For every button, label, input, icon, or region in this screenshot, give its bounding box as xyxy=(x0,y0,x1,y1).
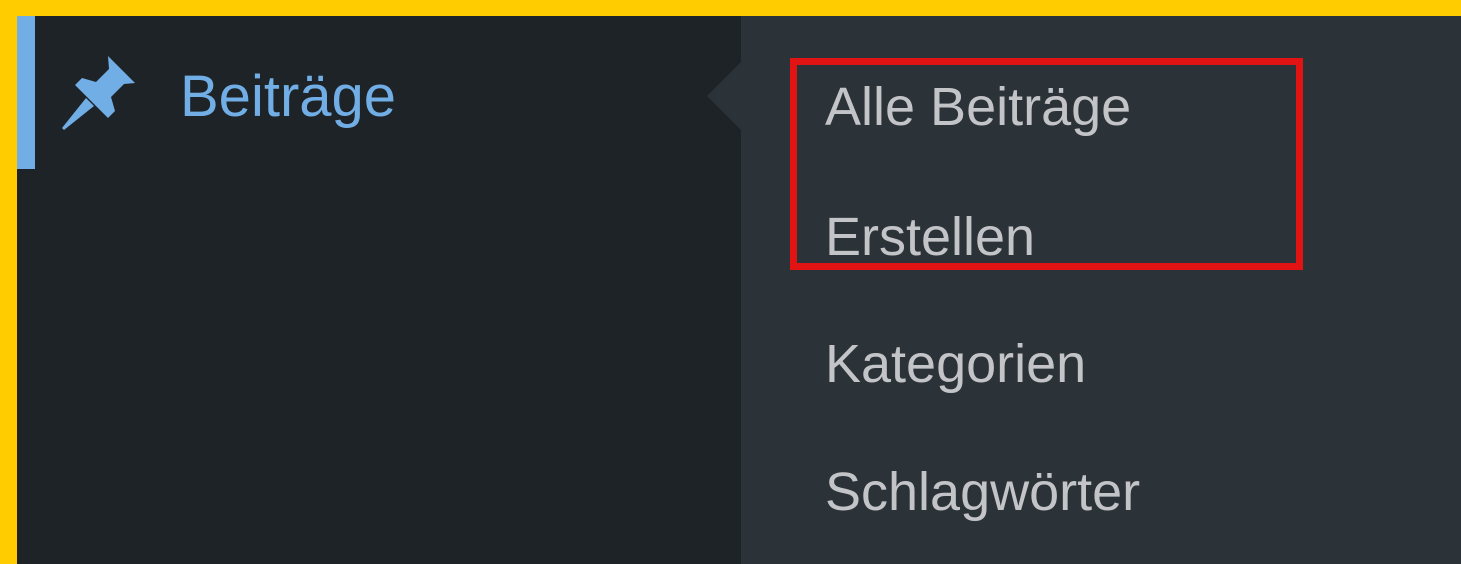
active-menu-indicator xyxy=(17,16,35,169)
pushpin-icon xyxy=(62,56,135,130)
submenu-pointer-arrow xyxy=(707,62,741,130)
menu-item-posts[interactable]: Beiträge xyxy=(180,62,396,132)
annotation-highlight-box xyxy=(790,58,1303,270)
submenu-item-categories[interactable]: Kategorien xyxy=(825,331,1086,397)
admin-sidebar: Beiträge xyxy=(17,16,741,564)
submenu-item-tags[interactable]: Schlagwörter xyxy=(825,459,1140,525)
admin-menu-frame: Beiträge Alle Beiträge Erstellen Kategor… xyxy=(17,16,1461,564)
